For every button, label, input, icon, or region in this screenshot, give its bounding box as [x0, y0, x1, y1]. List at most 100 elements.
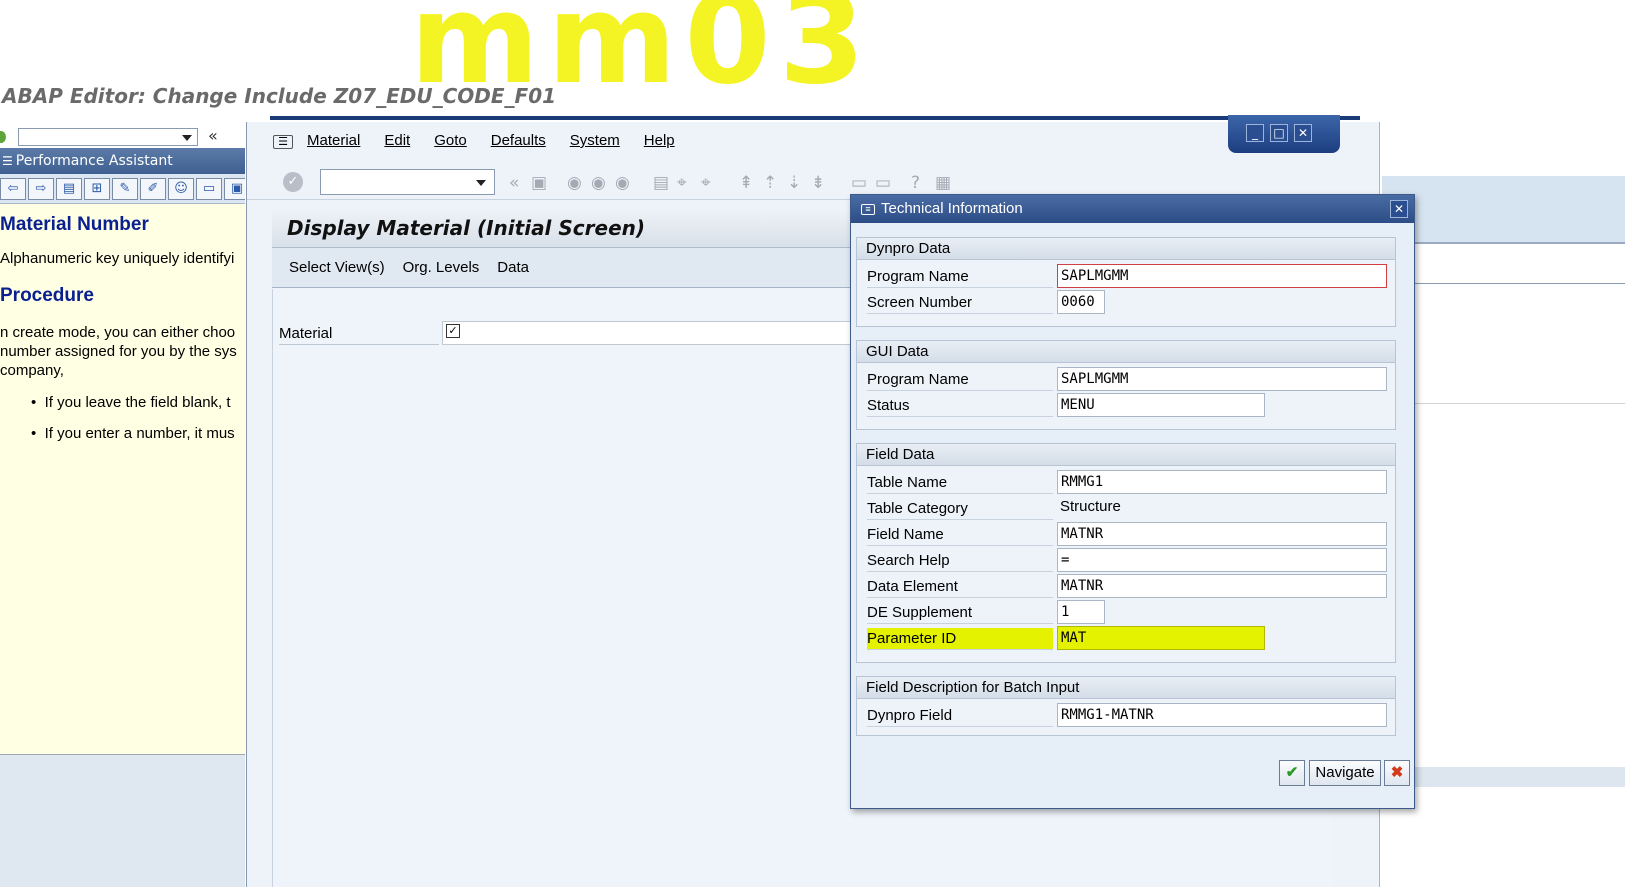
procedure-line: n create mode, you can either choo: [0, 324, 236, 341]
field-row: Screen Number 0060: [867, 290, 1387, 314]
search-help-value[interactable]: =: [1057, 548, 1387, 572]
menu-help[interactable]: Help: [644, 132, 675, 149]
system-menu-icon[interactable]: ☰: [273, 135, 293, 149]
menu-defaults[interactable]: Defaults: [491, 132, 546, 149]
handwritten-text: mm03: [410, 0, 873, 112]
help-description: Alphanumeric key uniquely identifyi: [0, 250, 235, 267]
field-row: Status MENU: [867, 393, 1387, 417]
group-header: Field Description for Batch Input: [857, 677, 1395, 699]
document-icon[interactable]: ▤: [56, 178, 82, 200]
field-label: Program Name: [867, 266, 1053, 288]
background-command-field[interactable]: [18, 128, 198, 146]
group-header: Field Data: [857, 444, 1395, 466]
hierarchy-icon[interactable]: ⊞: [84, 178, 110, 200]
select-views-button[interactable]: Select View(s): [289, 259, 385, 276]
dynpro-field-value[interactable]: RMMG1-MATNR: [1057, 703, 1387, 727]
bullet-text: If you leave the field blank, t: [44, 394, 231, 411]
double-chevron-left-icon[interactable]: «: [509, 173, 519, 193]
tool-icon[interactable]: ✐: [140, 178, 166, 200]
menu-bar: ☰ Material Edit Goto Defaults System Help: [247, 132, 699, 160]
back-icon[interactable]: ◉: [567, 173, 582, 193]
group-dynpro-data: Dynpro Data Program Name SAPLMGMM Screen…: [856, 237, 1396, 327]
edit-icon[interactable]: ✎: [112, 178, 138, 200]
last-page-icon[interactable]: ⇟: [811, 173, 825, 193]
new-session-icon[interactable]: ▭: [851, 173, 867, 193]
table-category-value: Structure: [1060, 498, 1121, 515]
performance-assistant-toolbar: ⇦ ⇨ ▤ ⊞ ✎ ✐ ☺ ▭ ▣: [0, 174, 245, 204]
print-icon[interactable]: ▤: [653, 173, 669, 193]
close-icon[interactable]: ✕: [1294, 124, 1312, 142]
procedure-bullet: • If you leave the field blank, t: [31, 394, 231, 411]
de-supplement-value[interactable]: 1: [1057, 600, 1105, 624]
background-header-strip: [1382, 176, 1625, 244]
procedure-line: company,: [0, 362, 64, 379]
find-icon[interactable]: ⌖: [677, 173, 687, 193]
double-chevron-left-icon[interactable]: «: [208, 126, 218, 145]
gui-program-name-value[interactable]: SAPLMGMM: [1057, 367, 1387, 391]
users-icon[interactable]: ☺: [168, 178, 194, 200]
group-field-data: Field Data Table Name RMMG1 Table Catego…: [856, 443, 1396, 663]
menu-system[interactable]: System: [570, 132, 620, 149]
status-value[interactable]: MENU: [1057, 393, 1265, 417]
group-header: Dynpro Data: [857, 238, 1395, 260]
org-levels-button[interactable]: Org. Levels: [403, 259, 480, 276]
menu-goto[interactable]: Goto: [434, 132, 467, 149]
performance-assistant-title: Performance Assistant: [15, 153, 173, 169]
field-label: Table Category: [867, 498, 1053, 520]
data-element-value[interactable]: MATNR: [1057, 574, 1387, 598]
navigate-button[interactable]: Navigate: [1309, 760, 1381, 786]
handwritten-annotation: mm03: [410, 0, 900, 120]
group-header: GUI Data: [857, 341, 1395, 363]
field-label: Program Name: [867, 369, 1053, 391]
cancel-icon[interactable]: ◉: [615, 173, 630, 193]
cancel-x-icon[interactable]: ✖: [1384, 760, 1410, 786]
window-menu-icon[interactable]: ☰: [2, 154, 13, 168]
close-icon[interactable]: ✕: [1390, 200, 1408, 218]
back-arrow-icon[interactable]: ⇦: [0, 178, 26, 200]
save-icon[interactable]: ▣: [224, 178, 245, 200]
technical-information-dialog: ≡ Technical Information ✕ Dynpro Data Pro…: [850, 194, 1415, 809]
group-gui-data: GUI Data Program Name SAPLMGMM Status ME…: [856, 340, 1396, 430]
dialog-title: Technical Information: [881, 200, 1023, 217]
program-name-value[interactable]: SAPLMGMM: [1057, 264, 1387, 288]
window-controls: _ □ ✕: [1228, 115, 1340, 153]
previous-page-icon[interactable]: ⇡: [763, 173, 777, 193]
divider: [1382, 403, 1625, 404]
layout-icon[interactable]: ▦: [935, 173, 951, 193]
next-page-icon[interactable]: ⇣: [787, 173, 801, 193]
field-row: Data Element MATNR: [867, 574, 1387, 598]
required-check-icon: ✓: [446, 324, 460, 338]
window-menu-icon[interactable]: ≡: [861, 203, 875, 215]
field-name-value[interactable]: MATNR: [1057, 522, 1387, 546]
field-row: Table Name RMMG1: [867, 470, 1387, 494]
dialog-footer: ✔ Navigate ✖: [851, 746, 1414, 808]
field-row: DE Supplement 1: [867, 600, 1387, 624]
enter-check-icon[interactable]: ✓: [283, 172, 303, 192]
menu-edit[interactable]: Edit: [384, 132, 410, 149]
first-page-icon[interactable]: ⇞: [739, 173, 753, 193]
minimize-icon[interactable]: _: [1246, 124, 1264, 142]
find-next-icon[interactable]: ⌖: [701, 173, 711, 193]
field-label: Screen Number: [867, 292, 1053, 314]
procedure-heading: Procedure: [0, 285, 94, 306]
table-name-value[interactable]: RMMG1: [1057, 470, 1387, 494]
exit-icon[interactable]: ◉: [591, 173, 606, 193]
dialog-titlebar: ≡ Technical Information: [851, 195, 1414, 223]
help-icon[interactable]: ?: [911, 173, 920, 193]
help-heading: Material Number: [0, 214, 149, 235]
bullet-text: If you enter a number, it mus: [44, 425, 235, 442]
window-icon[interactable]: ▭: [196, 178, 222, 200]
status-light-icon: [0, 131, 6, 143]
menu-material[interactable]: Material: [307, 132, 360, 149]
screen-number-value[interactable]: 0060: [1057, 290, 1105, 314]
forward-arrow-icon[interactable]: ⇨: [28, 178, 54, 200]
save-icon[interactable]: ▣: [531, 173, 547, 193]
shortcut-icon[interactable]: ▭: [875, 173, 891, 193]
command-field[interactable]: [320, 169, 495, 195]
parameter-id-value[interactable]: MAT: [1057, 626, 1265, 650]
data-button[interactable]: Data: [497, 259, 529, 276]
confirm-check-icon[interactable]: ✔: [1279, 760, 1305, 786]
field-label: Dynpro Field: [867, 705, 1053, 727]
field-label: Parameter ID: [867, 628, 1053, 650]
maximize-icon[interactable]: □: [1270, 124, 1288, 142]
